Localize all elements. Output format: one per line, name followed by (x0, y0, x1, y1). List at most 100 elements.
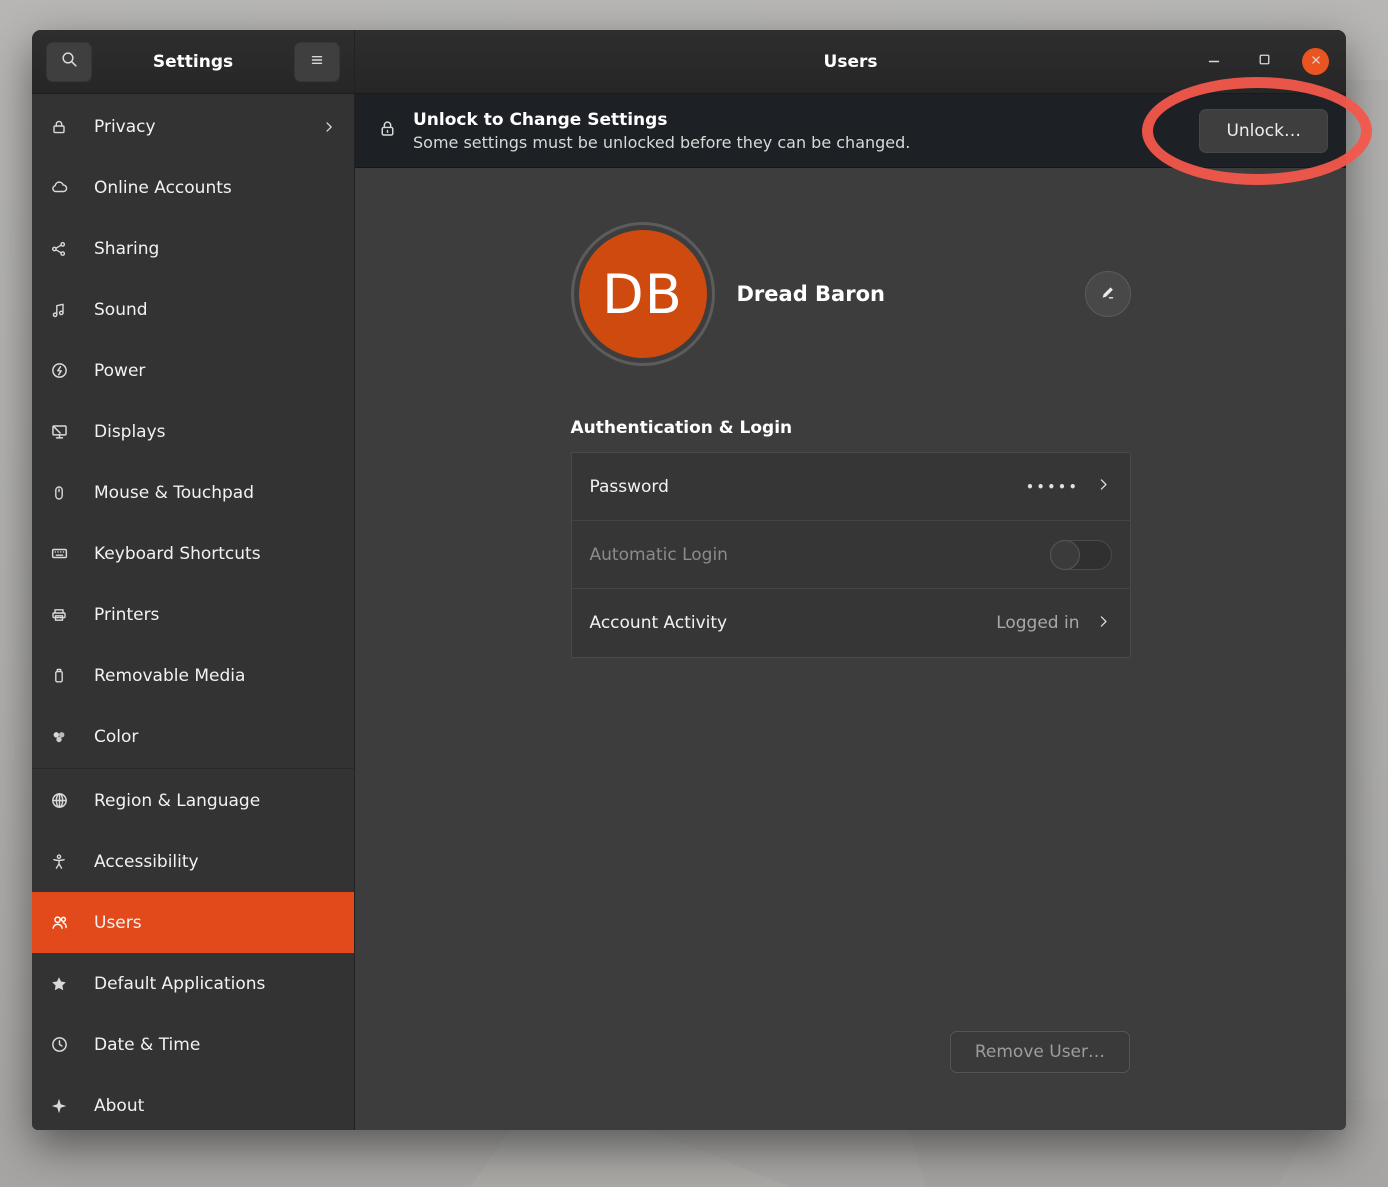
sidebar-item-online-accounts[interactable]: Online Accounts (32, 157, 354, 218)
user-card: DB Dread Baron (571, 222, 1131, 366)
remove-user-button[interactable]: Remove User… (950, 1031, 1130, 1073)
sidebar-item-date-time[interactable]: Date & Time (32, 1014, 354, 1075)
account-activity-label: Account Activity (590, 613, 728, 633)
cloud-icon (49, 178, 69, 197)
sidebar: Settings Privacy Online Accounts Sharing (32, 30, 355, 1130)
music-note-icon (49, 301, 69, 319)
unlock-button[interactable]: Unlock… (1199, 109, 1328, 153)
automatic-login-row: Automatic Login (572, 521, 1130, 589)
close-icon (1308, 52, 1324, 72)
sidebar-item-label: Power (94, 361, 145, 381)
sidebar-item-label: Default Applications (94, 974, 265, 994)
sidebar-item-color[interactable]: Color (32, 706, 354, 767)
sidebar-item-label: Removable Media (94, 666, 245, 686)
page-title: Users (355, 52, 1346, 72)
sidebar-item-default-applications[interactable]: Default Applications (32, 953, 354, 1014)
star-icon (49, 975, 69, 993)
sidebar-item-label: Online Accounts (94, 178, 232, 198)
sidebar-item-mouse-touchpad[interactable]: Mouse & Touchpad (32, 462, 354, 523)
sidebar-item-label: Keyboard Shortcuts (94, 544, 261, 564)
sidebar-item-printers[interactable]: Printers (32, 584, 354, 645)
banner-title: Unlock to Change Settings (413, 110, 910, 130)
sidebar-item-removable-media[interactable]: Removable Media (32, 645, 354, 706)
sparkle-icon (49, 1097, 69, 1115)
minimize-button[interactable] (1200, 48, 1227, 75)
sidebar-separator (32, 768, 354, 769)
sidebar-item-label: Users (94, 913, 142, 933)
titlebar: Users (355, 30, 1346, 94)
printer-icon (49, 606, 69, 624)
window-controls (1200, 48, 1346, 75)
search-icon (60, 50, 79, 73)
sidebar-item-accessibility[interactable]: Accessibility (32, 831, 354, 892)
menu-button[interactable] (294, 42, 340, 82)
sidebar-item-label: Mouse & Touchpad (94, 483, 254, 503)
password-label: Password (590, 477, 669, 497)
main-panel: Users Unlock to Change Settings Some set… (355, 30, 1346, 1130)
removable-media-icon (49, 667, 69, 685)
keyboard-icon (49, 544, 69, 563)
share-icon (49, 240, 69, 258)
chevron-right-icon (1095, 613, 1112, 634)
chevron-right-icon (1095, 476, 1112, 497)
background-shape (1344, 80, 1388, 1100)
banner-text: Unlock to Change Settings Some settings … (413, 110, 910, 152)
sidebar-item-label: Sound (94, 300, 148, 320)
account-activity-value: Logged in (996, 613, 1079, 633)
password-row[interactable]: Password ••••• (572, 453, 1130, 521)
sidebar-item-privacy[interactable]: Privacy (32, 96, 354, 157)
sidebar-item-keyboard-shortcuts[interactable]: Keyboard Shortcuts (32, 523, 354, 584)
sidebar-item-power[interactable]: Power (32, 340, 354, 401)
users-icon (49, 913, 69, 932)
section-heading: Authentication & Login (571, 418, 1131, 438)
close-button[interactable] (1302, 48, 1329, 75)
lock-icon (49, 118, 69, 136)
sidebar-item-label: Privacy (94, 117, 156, 137)
avatar: DB (579, 230, 707, 358)
sidebar-item-users[interactable]: Users (32, 892, 354, 953)
authentication-section: Authentication & Login Password ••••• Au… (571, 418, 1131, 658)
display-icon (49, 422, 69, 441)
authentication-panel: Password ••••• Automatic Login Acc (571, 452, 1131, 658)
sidebar-item-sharing[interactable]: Sharing (32, 218, 354, 279)
sidebar-item-displays[interactable]: Displays (32, 401, 354, 462)
sidebar-item-label: Accessibility (94, 852, 199, 872)
color-icon (49, 728, 69, 746)
password-value: ••••• (1026, 480, 1079, 494)
users-content: DB Dread Baron Authentication & Login Pa… (355, 168, 1346, 1130)
user-name: Dread Baron (737, 282, 885, 306)
sidebar-header: Settings (32, 30, 354, 94)
power-icon (49, 361, 69, 380)
automatic-login-toggle[interactable] (1050, 540, 1112, 570)
sidebar-item-label: Displays (94, 422, 166, 442)
globe-icon (49, 791, 69, 810)
sidebar-item-label: Date & Time (94, 1035, 200, 1055)
search-button[interactable] (46, 42, 92, 82)
accessibility-icon (49, 853, 69, 871)
minimize-icon (1205, 51, 1223, 73)
sidebar-item-sound[interactable]: Sound (32, 279, 354, 340)
mouse-icon (49, 484, 69, 502)
account-activity-row[interactable]: Account Activity Logged in (572, 589, 1130, 657)
sidebar-item-label: Sharing (94, 239, 159, 259)
toggle-knob (1050, 540, 1080, 570)
maximize-button[interactable] (1251, 48, 1278, 75)
sidebar-item-about[interactable]: About (32, 1075, 354, 1130)
sidebar-list: Privacy Online Accounts Sharing Sound Po… (32, 94, 354, 1130)
sidebar-item-label: Color (94, 727, 138, 747)
avatar-ring: DB (571, 222, 715, 366)
pencil-icon (1098, 283, 1117, 306)
maximize-icon (1256, 51, 1273, 72)
automatic-login-label: Automatic Login (590, 545, 728, 565)
clock-icon (49, 1035, 69, 1054)
banner-subtitle: Some settings must be unlocked before th… (413, 133, 910, 152)
sidebar-item-label: Printers (94, 605, 159, 625)
lock-icon (377, 118, 398, 143)
chevron-right-icon (321, 119, 337, 135)
sidebar-item-region-language[interactable]: Region & Language (32, 770, 354, 831)
edit-name-button[interactable] (1085, 271, 1131, 317)
sidebar-title: Settings (153, 52, 233, 72)
settings-window: Settings Privacy Online Accounts Sharing (32, 30, 1346, 1130)
sidebar-item-label: About (94, 1096, 144, 1116)
hamburger-menu-icon (308, 51, 326, 73)
